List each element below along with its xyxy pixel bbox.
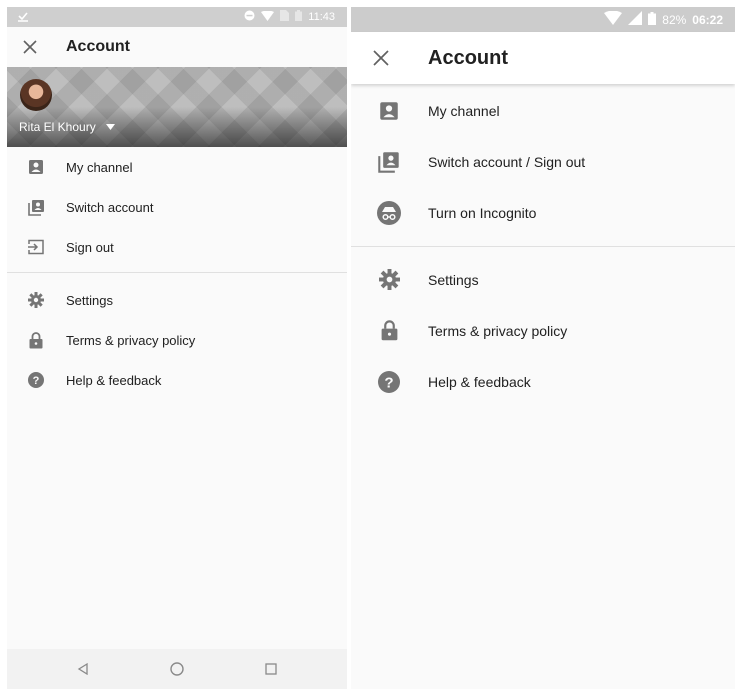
menu-item-help[interactable]: ? Help & feedback [351, 356, 735, 407]
account-switcher[interactable]: Rita El Khoury [19, 120, 115, 134]
status-time: 06:22 [692, 12, 723, 27]
menu-label: Sign out [66, 239, 114, 255]
menu-item-sign-out[interactable]: Sign out [7, 227, 347, 267]
app-bar: Account [351, 32, 735, 84]
wifi-icon [604, 10, 623, 28]
menu-item-terms[interactable]: Terms & privacy policy [351, 305, 735, 356]
menu-label: Terms & privacy policy [428, 322, 568, 339]
left-phone-screen: 11:43 Account Rita El Khoury My channel … [7, 7, 347, 689]
close-icon[interactable] [19, 36, 41, 58]
incognito-icon [377, 200, 401, 225]
gear-icon [27, 291, 45, 309]
divider [351, 246, 735, 247]
menu-item-my-channel[interactable]: My channel [351, 85, 735, 136]
menu-item-terms[interactable]: Terms & privacy policy [7, 320, 347, 360]
download-done-icon [17, 10, 29, 25]
menu-label: Terms & privacy policy [66, 332, 196, 348]
svg-text:?: ? [384, 374, 393, 391]
menu-label: Settings [66, 292, 113, 308]
menu-label: My channel [428, 102, 500, 119]
person-box-icon [377, 99, 401, 123]
menu-item-settings[interactable]: Settings [351, 254, 735, 305]
menu-item-switch-account-sign-out[interactable]: Switch account / Sign out [351, 136, 735, 187]
menu-label: My channel [66, 159, 133, 175]
gear-icon [377, 268, 401, 292]
menu-label: Turn on Incognito [428, 204, 537, 221]
menu-label: Switch account / Sign out [428, 153, 586, 170]
wifi-icon [261, 10, 275, 24]
battery-icon [648, 11, 657, 28]
cell-signal-icon [628, 11, 643, 28]
user-name: Rita El Khoury [19, 120, 96, 134]
switch-account-icon [377, 150, 401, 174]
menu-label: Help & feedback [66, 372, 162, 388]
app-bar: Account [7, 27, 347, 67]
battery-percent: 82% [662, 12, 687, 27]
menu-item-incognito[interactable]: Turn on Incognito [351, 187, 735, 238]
sign-out-icon [27, 238, 45, 256]
lock-icon [377, 319, 401, 343]
person-box-icon [27, 158, 45, 176]
back-icon[interactable] [71, 657, 95, 681]
page-title: Account [66, 38, 130, 55]
close-icon[interactable] [369, 46, 393, 70]
divider [7, 272, 347, 273]
battery-icon [295, 10, 303, 24]
recents-icon[interactable] [259, 657, 283, 681]
menu-label: Settings [428, 271, 479, 288]
right-phone-screen: 82% 06:22 Account My channel Switch acco… [351, 7, 735, 689]
lock-icon [27, 331, 45, 349]
status-time: 11:43 [308, 11, 335, 23]
dropdown-arrow-icon [105, 122, 115, 132]
sim-off-icon [280, 10, 290, 24]
menu-label: Help & feedback [428, 373, 531, 390]
switch-account-icon [27, 198, 45, 216]
page-title: Account [428, 46, 508, 69]
menu-item-switch-account[interactable]: Switch account [7, 187, 347, 227]
status-bar: 82% 06:22 [351, 7, 735, 32]
avatar[interactable] [20, 79, 52, 111]
menu-item-help[interactable]: ? Help & feedback [7, 360, 347, 400]
help-icon: ? [377, 370, 401, 394]
svg-text:?: ? [33, 375, 40, 387]
system-nav-bar [7, 649, 347, 689]
home-icon[interactable] [165, 657, 189, 681]
minus-circle-icon [244, 10, 255, 24]
help-icon: ? [27, 371, 45, 389]
menu-item-my-channel[interactable]: My channel [7, 147, 347, 187]
status-bar: 11:43 [7, 7, 347, 27]
menu-label: Switch account [66, 199, 154, 215]
profile-banner: Rita El Khoury [7, 67, 347, 147]
menu-item-settings[interactable]: Settings [7, 280, 347, 320]
